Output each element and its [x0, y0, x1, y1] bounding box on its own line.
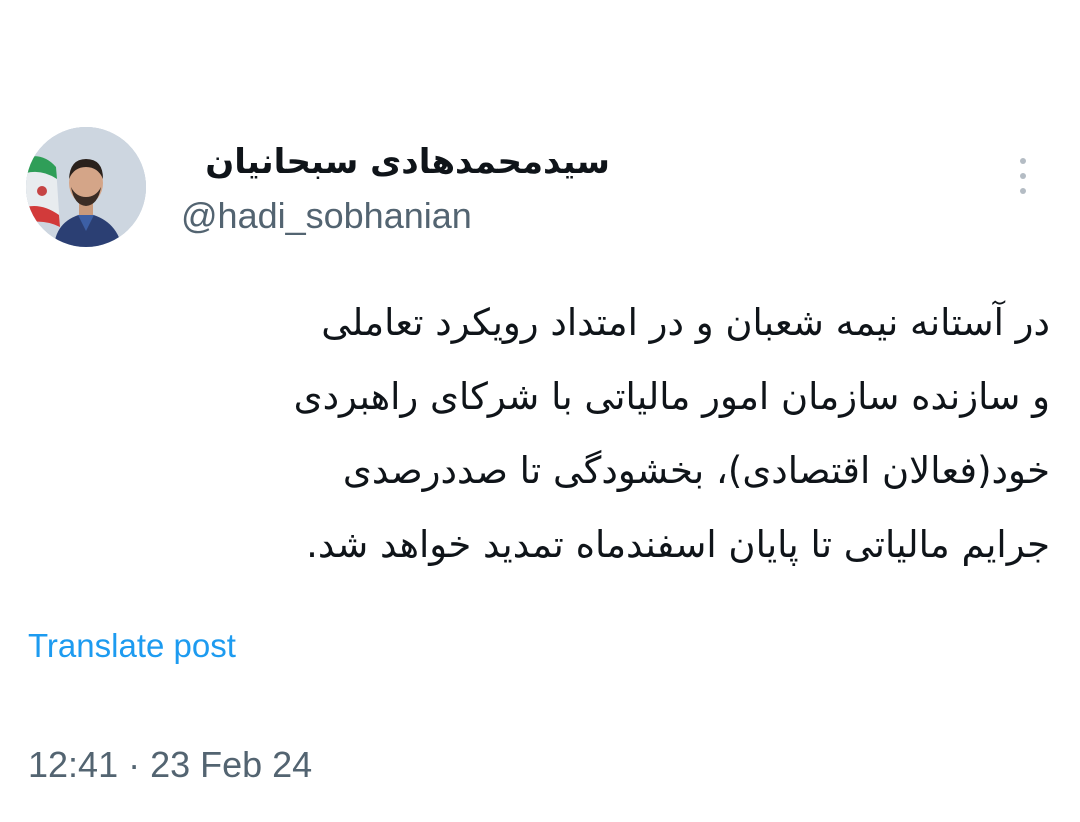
post-text-line: و سازنده سازمان امور مالیاتی با شرکای را… [293, 375, 1050, 418]
post-text-line: در آستانه نیمه شعبان و در امتداد رویکرد … [321, 301, 1050, 344]
avatar[interactable] [26, 127, 146, 247]
post-text-line: خود(فعالان اقتصادی)، بخشودگی تا صددرصدی [342, 449, 1050, 492]
translate-post-link[interactable]: Translate post [28, 624, 236, 668]
more-vertical-icon-dot [1020, 173, 1026, 179]
post-timestamp[interactable]: 12:41 · 23 Feb 24 [28, 740, 312, 790]
author-handle[interactable]: @hadi_sobhanian [181, 193, 472, 239]
post-text-line: جرایم مالیاتی تا پایان اسفندماه تمدید خو… [306, 523, 1050, 566]
more-vertical-icon-dot [1020, 188, 1026, 194]
avatar-image [26, 127, 146, 247]
post-text: در آستانه نیمه شعبان و در امتداد رویکرد … [20, 286, 1050, 582]
more-vertical-icon [1020, 158, 1026, 164]
post-card: سیدمحمدهادی سبحانیان @hadi_sobhanian در … [0, 0, 1080, 822]
author-display-name[interactable]: سیدمحمدهادی سبحانیان [170, 138, 610, 186]
more-options-button[interactable] [1008, 154, 1038, 198]
